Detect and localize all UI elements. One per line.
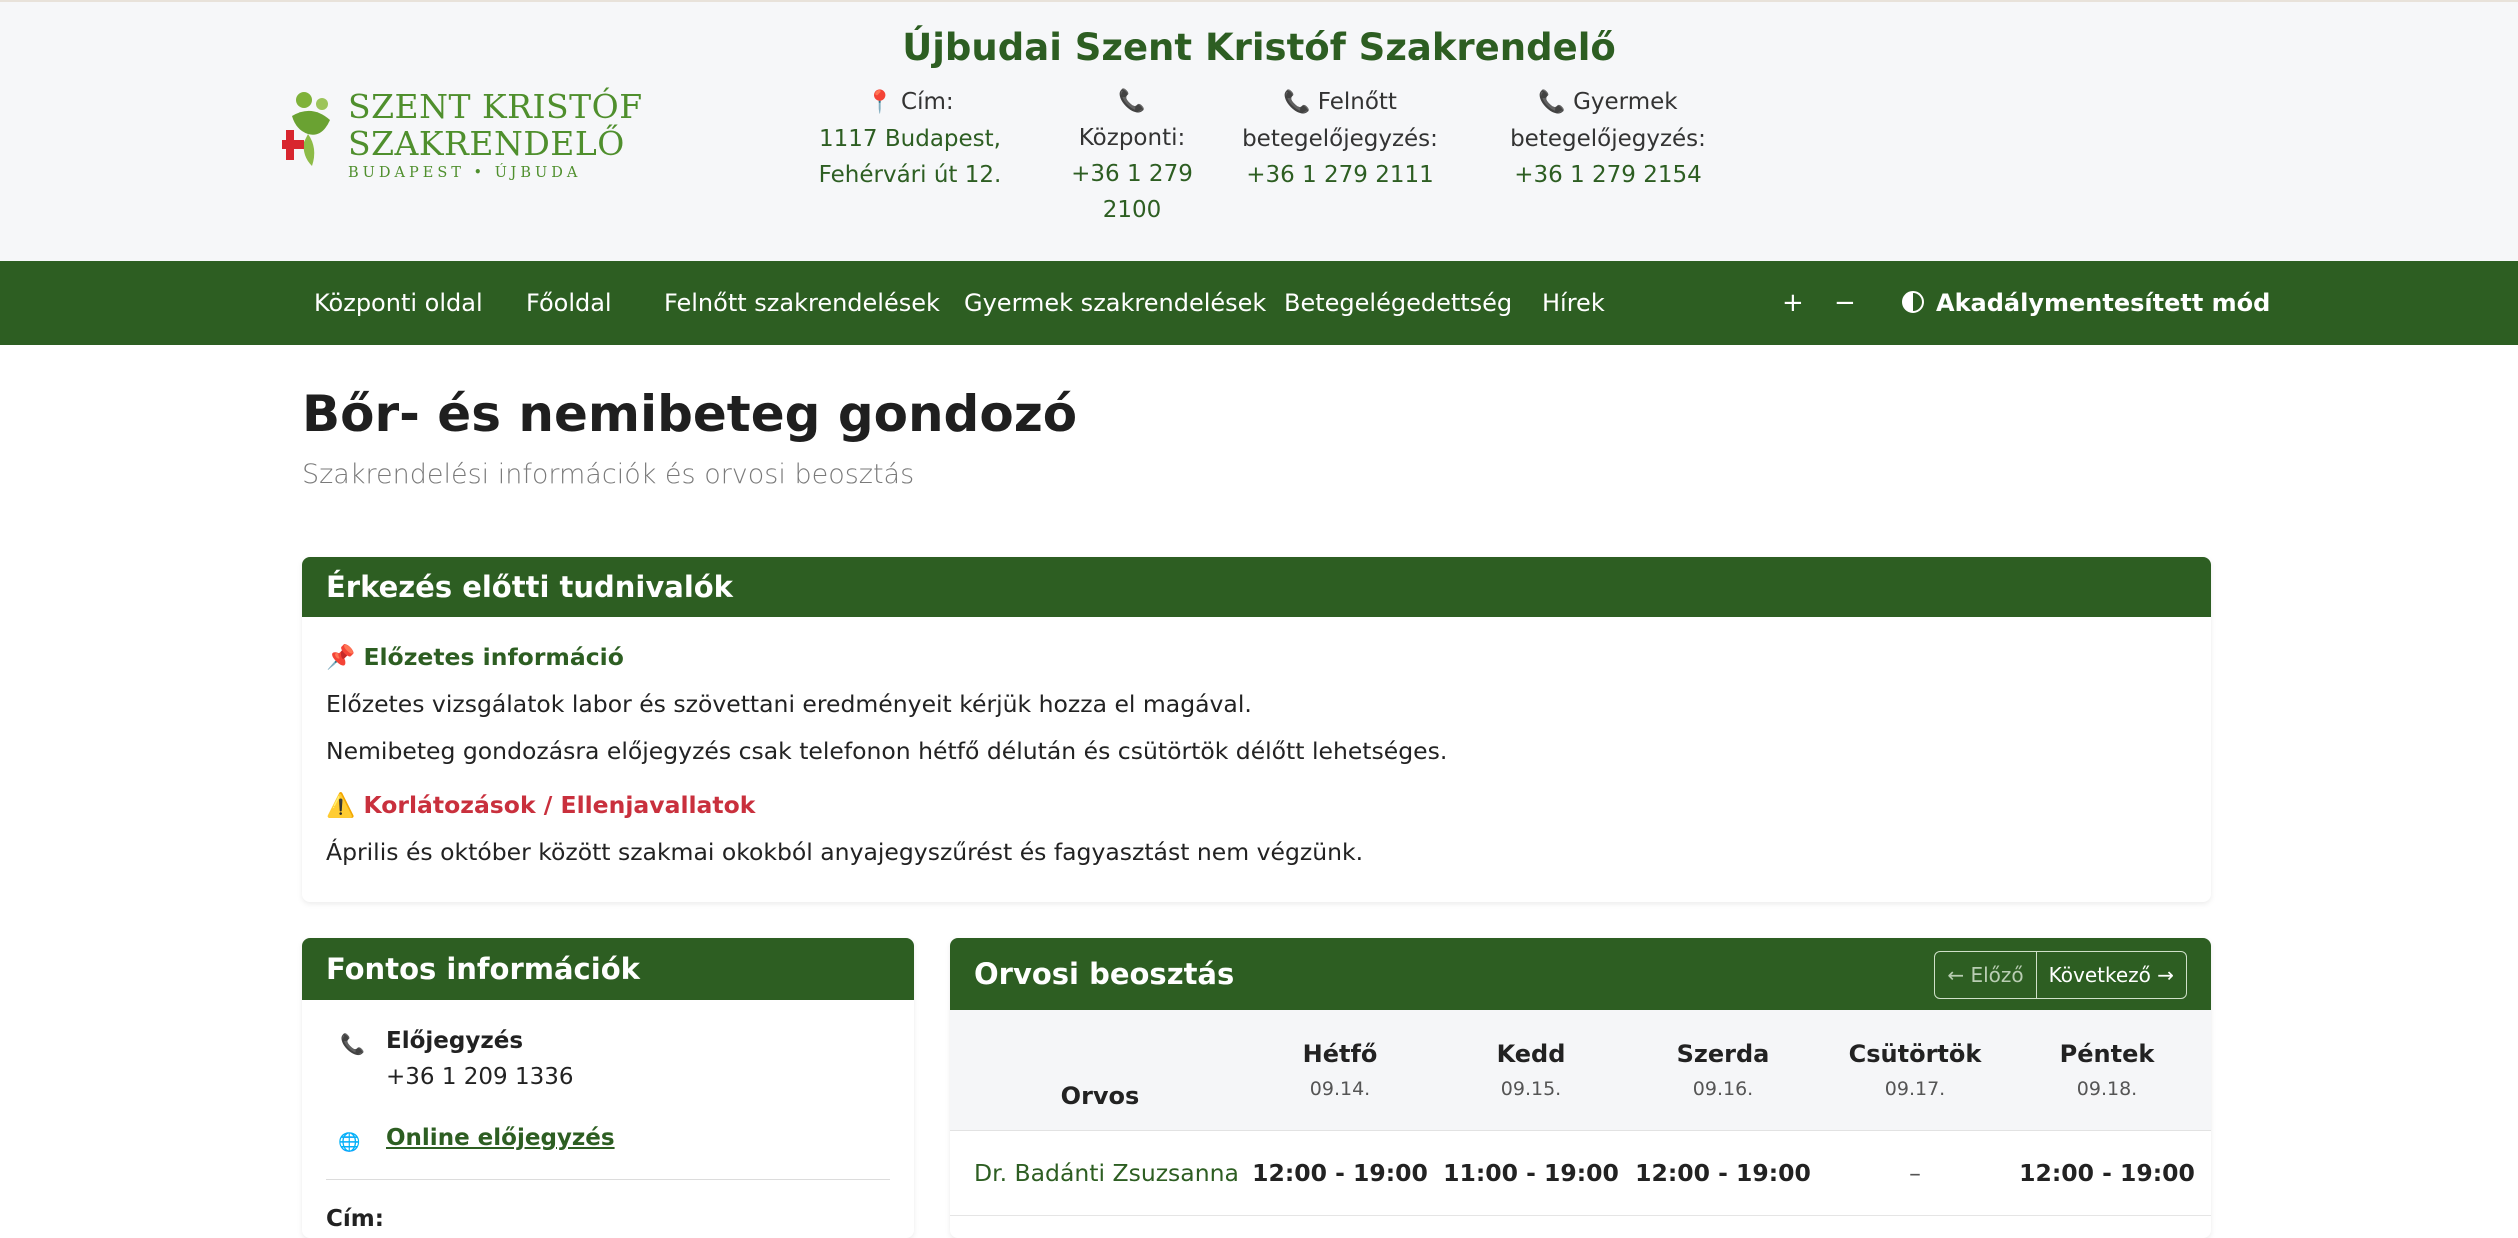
restrictions-heading-text: Korlátozások / Ellenjavallatok (363, 791, 756, 819)
pre-arrival-title: Érkezés előtti tudnivalók (302, 557, 2211, 617)
accessibility-mode-button[interactable]: Akadálymentesített mód (1902, 261, 2270, 345)
font-increase-button[interactable]: + (1782, 261, 1804, 345)
info-divider (326, 1179, 890, 1180)
table-row: Dr. Badánti Zsuzsanna 12:00 - 19:00 11:0… (950, 1131, 2211, 1216)
adult-label-1: Felnőtt (1317, 89, 1397, 115)
font-decrease-button[interactable]: − (1834, 261, 1856, 345)
day-header-wednesday: Szerda 09.16. (1676, 1040, 1770, 1100)
nav-item-felnott-szakrendelesek[interactable]: Felnőtt szakrendelések (664, 261, 940, 345)
nav-item-hirek[interactable]: Hírek (1542, 261, 1605, 345)
previous-week-button[interactable]: ← Előző (1935, 952, 2037, 998)
nav-item-betegelegedettseg[interactable]: Betegelégedettség (1284, 261, 1512, 345)
phone-icon: 📞 (1538, 90, 1566, 115)
prior-info-heading-text: Előzetes információ (363, 643, 624, 671)
online-booking-link[interactable]: Online előjegyzés (386, 1125, 615, 1151)
contact-adult-booking: 📞 Felnőtt betegelőjegyzés: +36 1 279 211… (1230, 84, 1450, 193)
child-label-1: Gyermek (1573, 89, 1678, 115)
restrictions-heading: ⚠️ Korlátozások / Ellenjavallatok (326, 791, 755, 819)
logo-text-line3: BUDAPEST • ÚJBUDA (348, 165, 582, 181)
week-pager: ← Előző Következő → (1934, 951, 2187, 999)
doctor-column-header: Orvos (1060, 1082, 1140, 1110)
site-title: Újbudai Szent Kristóf Szakrendelő (902, 26, 1616, 69)
booking-phone[interactable]: +36 1 209 1336 (386, 1064, 574, 1090)
child-phone[interactable]: +36 1 279 2154 (1498, 157, 1718, 193)
site-logo[interactable]: SZENT KRISTÓF SZAKRENDELŐ BUDAPEST • ÚJB… (282, 86, 642, 180)
phone-icon: 📞 (340, 1032, 365, 1056)
address-line2: Fehérvári út 12. (818, 162, 1002, 188)
contact-central: 📞 Központi: +36 1 279 2100 (1032, 84, 1232, 228)
main-navbar: Központi oldal Főoldal Felnőtt szakrende… (0, 261, 2518, 345)
nav-item-foldal[interactable]: Főoldal (526, 261, 612, 345)
accessibility-label: Akadálymentesített mód (1936, 289, 2271, 317)
prior-info-line-1: Előzetes vizsgálatok labor és szövettani… (326, 690, 1252, 718)
logo-text-line2: SZAKRENDELŐ (348, 124, 625, 163)
important-info-card: Fontos információk 📞 Előjegyzés +36 1 20… (302, 938, 914, 1238)
prior-info-heading: 📌 Előzetes információ (326, 643, 624, 671)
day-header-thursday: Csütörtök 09.17. (1848, 1040, 1982, 1100)
important-info-title: Fontos információk (302, 938, 914, 1000)
central-label: Központi: (1078, 125, 1186, 151)
address-label: Cím: (901, 89, 954, 115)
phone-icon: 📞 (1283, 90, 1311, 115)
schedule-cell-wednesday: 12:00 - 19:00 (1635, 1159, 1811, 1187)
day-header-friday: Péntek 09.18. (2059, 1040, 2155, 1100)
pushpin-icon: 📌 (326, 643, 356, 671)
central-phone-line1[interactable]: +36 1 279 (1032, 156, 1232, 192)
adult-phone[interactable]: +36 1 279 2111 (1230, 157, 1450, 193)
child-label-2: betegelőjegyzés: (1510, 126, 1706, 152)
schedule-cell-tuesday: 11:00 - 19:00 (1443, 1159, 1619, 1187)
central-phone-line2[interactable]: 2100 (1032, 192, 1232, 228)
adult-label-2: betegelőjegyzés: (1242, 126, 1438, 152)
day-header-tuesday: Kedd 09.15. (1496, 1040, 1566, 1100)
schedule-table-head: Orvos Hétfő 09.14. Kedd 09.15. Szerda 09.16… (950, 1010, 2211, 1131)
nav-item-kozponti-oldal[interactable]: Központi oldal (314, 261, 483, 345)
schedule-cell-monday: 12:00 - 19:00 (1252, 1159, 1428, 1187)
page-title: Bőr- és nemibeteg gondozó (302, 385, 1078, 443)
info-address-label: Cím: (326, 1206, 384, 1232)
doctor-schedule-title: Orvosi beosztás (974, 957, 1235, 991)
restrictions-line: Április és október között szakmai okokbó… (326, 838, 1364, 866)
schedule-cell-thursday: – (1909, 1159, 1921, 1187)
warning-icon: ⚠️ (326, 791, 356, 819)
prior-info-line-2: Nemibeteg gondozásra előjegyzés csak tel… (326, 737, 1448, 765)
contact-address: 📍 Cím: 1117 Budapest, Fehérvári út 12. (810, 84, 1010, 193)
doctor-schedule-card: Orvosi beosztás ← Előző Következő → Orvo… (950, 938, 2211, 1238)
page-subtitle: Szakrendelési információk és orvosi beos… (302, 459, 915, 490)
nav-item-gyermek-szakrendelesek[interactable]: Gyermek szakrendelések (964, 261, 1266, 345)
contrast-icon (1902, 291, 1924, 313)
phone-icon: 📞 (1118, 89, 1146, 114)
doctor-name[interactable]: Dr. Badánti Zsuzsanna (974, 1131, 1239, 1215)
logo-emblem-icon (282, 92, 330, 166)
next-week-button[interactable]: Következő → (2037, 952, 2186, 998)
map-pin-icon: 📍 (866, 90, 894, 115)
logo-text-line1: SZENT KRISTÓF (348, 87, 643, 126)
globe-icon: 🌐 (338, 1132, 361, 1153)
site-header: SZENT KRISTÓF SZAKRENDELŐ BUDAPEST • ÚJB… (0, 0, 2518, 263)
booking-label: Előjegyzés (386, 1028, 524, 1054)
address-line1: 1117 Budapest, (819, 126, 1001, 152)
schedule-cell-friday: 12:00 - 19:00 (2019, 1159, 2195, 1187)
pre-arrival-card: Érkezés előtti tudnivalók 📌 Előzetes inf… (302, 557, 2211, 902)
day-header-monday: Hétfő 09.14. (1302, 1040, 1378, 1100)
doctor-schedule-header: Orvosi beosztás ← Előző Következő → (950, 938, 2211, 1010)
contact-child-booking: 📞 Gyermek betegelőjegyzés: +36 1 279 215… (1498, 84, 1718, 193)
